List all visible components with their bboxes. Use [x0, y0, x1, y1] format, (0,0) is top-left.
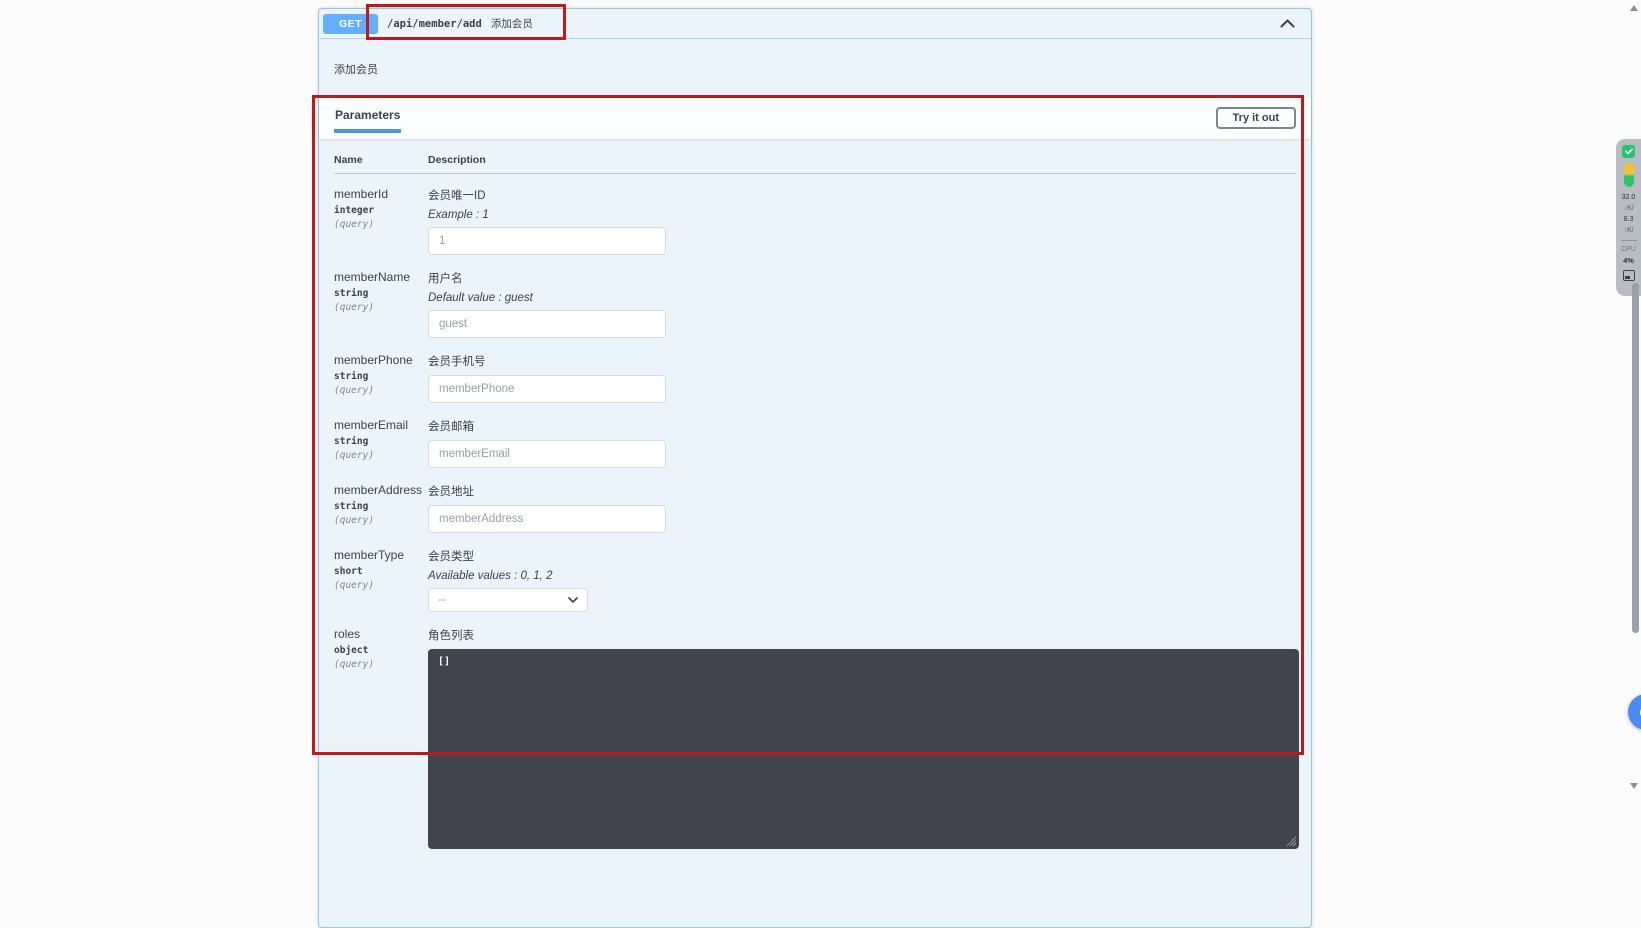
memberPhone-input[interactable] [428, 375, 666, 403]
parameters-table-head: Name Description [334, 139, 1296, 174]
param-description: 会员类型 [428, 548, 1296, 564]
cpu-label: CPU [1621, 246, 1636, 254]
memberAddress-input[interactable] [428, 505, 666, 533]
name-column-header: Name [334, 154, 428, 166]
download-arrow-icon: ↓K/ [1623, 204, 1633, 213]
param-name: memberId [334, 187, 428, 201]
memberType-selected-value: -- [438, 594, 446, 606]
memberId-input[interactable] [428, 227, 666, 255]
status-check-icon [1622, 145, 1635, 158]
floating-action-button[interactable] [1628, 694, 1641, 730]
endpoint-path: /api/member/add [387, 18, 482, 30]
description-column-header: Description [428, 154, 1296, 166]
param-example: Example : 1 [428, 209, 1296, 221]
param-type: string [334, 371, 428, 382]
upload-speed-value: 8.3 [1624, 215, 1634, 224]
endpoint-summary: 添加会员 [491, 16, 533, 31]
param-description: 用户名 [428, 270, 1296, 286]
memberName-input[interactable] [428, 310, 666, 338]
memberEmail-input[interactable] [428, 440, 666, 468]
scrollbar-up-arrow[interactable] [1630, 5, 1638, 11]
param-location: (query) [334, 302, 428, 313]
param-location: (query) [334, 659, 428, 670]
try-it-out-button[interactable]: Try it out [1216, 107, 1296, 129]
divider [1621, 240, 1637, 241]
param-type: short [334, 566, 428, 577]
param-location: (query) [334, 515, 428, 526]
param-row-memberEmail: memberEmail string (query) 会员邮箱 [334, 418, 1296, 468]
endpoint-description: 添加会员 [319, 39, 1311, 97]
gauge-icon [1624, 163, 1634, 187]
param-name: memberType [334, 548, 428, 562]
method-badge: GET [323, 14, 378, 34]
param-type: object [334, 645, 428, 656]
param-location: (query) [334, 385, 428, 396]
screenshot-icon [1623, 270, 1635, 281]
param-description: 会员邮箱 [428, 418, 1296, 434]
param-description: 会员手机号 [428, 353, 1296, 369]
param-type: string [334, 501, 428, 512]
param-row-memberId: memberId integer (query) 会员唯一ID Example … [334, 187, 1296, 255]
chevron-down-icon [568, 597, 578, 603]
scrollbar-down-arrow[interactable] [1630, 783, 1638, 789]
opblock-summary[interactable]: GET /api/member/add 添加会员 [319, 9, 1311, 39]
param-type: integer [334, 205, 428, 216]
param-name: memberEmail [334, 418, 428, 432]
system-monitor-widget[interactable]: 32.0 ↓K/ 8.3 ↑K/ CPU 4% [1616, 139, 1641, 296]
param-name: roles [334, 627, 428, 641]
opblock-get: GET /api/member/add 添加会员 添加会员 Parameters… [318, 8, 1312, 928]
parameters-table: Name Description memberId integer (query… [319, 139, 1311, 849]
chevron-up-icon [1280, 19, 1295, 28]
param-description: 会员地址 [428, 483, 1296, 499]
param-location: (query) [334, 219, 428, 230]
cpu-value: 4% [1623, 256, 1634, 265]
roles-json-editor[interactable]: [] [428, 649, 1299, 849]
param-row-memberType: memberType short (query) 会员类型 Available … [334, 548, 1296, 612]
param-name: memberAddress [334, 483, 428, 497]
upload-arrow-icon: ↑K/ [1623, 226, 1633, 235]
param-available-values: Available values : 0, 1, 2 [428, 570, 1296, 582]
collapse-button[interactable] [1278, 17, 1297, 30]
param-row-roles: roles object (query) 角色列表 [] [334, 627, 1296, 849]
tab-parameters[interactable]: Parameters [334, 108, 401, 133]
download-speed-value: 32.0 [1622, 193, 1636, 202]
param-row-memberAddress: memberAddress string (query) 会员地址 [334, 483, 1296, 533]
param-type: string [334, 436, 428, 447]
param-default-value: Default value : guest [428, 292, 1296, 304]
parameters-section-header: Parameters Try it out [319, 97, 1311, 139]
resize-grip[interactable] [1286, 836, 1296, 846]
memberType-select[interactable]: -- [428, 588, 588, 612]
param-name: memberName [334, 270, 428, 284]
param-row-memberPhone: memberPhone string (query) 会员手机号 [334, 353, 1296, 403]
param-row-memberName: memberName string (query) 用户名 Default va… [334, 270, 1296, 338]
param-description: 角色列表 [428, 627, 1299, 643]
param-description: 会员唯一ID [428, 187, 1296, 203]
param-type: string [334, 288, 428, 299]
param-location: (query) [334, 580, 428, 591]
param-name: memberPhone [334, 353, 428, 367]
scrollbar-thumb[interactable] [1632, 283, 1639, 633]
param-location: (query) [334, 450, 428, 461]
